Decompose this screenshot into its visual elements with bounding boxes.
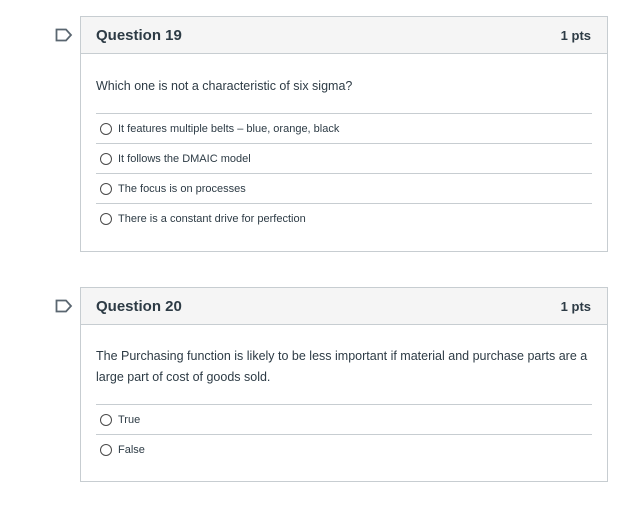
question-text: Which one is not a characteristic of six… bbox=[96, 79, 353, 93]
flag-icon[interactable] bbox=[55, 28, 73, 42]
answer-option[interactable]: False bbox=[96, 435, 592, 465]
answer-label: There is a constant drive for perfection bbox=[118, 213, 306, 225]
answer-label: True bbox=[118, 413, 141, 426]
radio-button[interactable] bbox=[100, 182, 112, 195]
answer-option[interactable]: There is a constant drive for perfection bbox=[96, 204, 592, 234]
answer-option[interactable]: It follows the DMAIC model bbox=[96, 144, 592, 174]
question-title: Question 20 bbox=[96, 297, 182, 315]
radio-button[interactable] bbox=[100, 122, 112, 135]
flag-icon[interactable] bbox=[55, 299, 73, 313]
answer-option[interactable]: The focus is on processes bbox=[96, 174, 592, 204]
answer-label: It follows the DMAIC model bbox=[118, 152, 251, 165]
answer-label: The focus is on processes bbox=[118, 182, 246, 195]
question-text: The Purchasing function is likely to be … bbox=[96, 349, 588, 384]
answer-option[interactable]: True bbox=[96, 405, 592, 435]
radio-button[interactable] bbox=[100, 444, 112, 456]
answer-list: True False bbox=[96, 404, 592, 465]
question-19: Question 19 1 pts Which one is not a cha… bbox=[80, 16, 608, 252]
radio-button[interactable] bbox=[100, 152, 112, 165]
question-body: Which one is not a characteristic of six… bbox=[81, 54, 607, 234]
answer-list: It features multiple belts – blue, orang… bbox=[96, 113, 592, 234]
answer-label: It features multiple belts – blue, orang… bbox=[118, 122, 340, 135]
question-points: 1 pts bbox=[560, 298, 591, 314]
question-title: Question 19 bbox=[96, 26, 182, 44]
radio-button[interactable] bbox=[100, 213, 112, 225]
radio-button[interactable] bbox=[100, 413, 112, 426]
question-20: Question 20 1 pts The Purchasing functio… bbox=[80, 287, 608, 482]
question-header: Question 19 1 pts bbox=[81, 17, 607, 54]
answer-option[interactable]: It features multiple belts – blue, orang… bbox=[96, 114, 592, 144]
question-points: 1 pts bbox=[560, 27, 591, 43]
answer-label: False bbox=[118, 444, 145, 456]
question-body: The Purchasing function is likely to be … bbox=[81, 325, 607, 465]
question-header: Question 20 1 pts bbox=[81, 288, 607, 325]
